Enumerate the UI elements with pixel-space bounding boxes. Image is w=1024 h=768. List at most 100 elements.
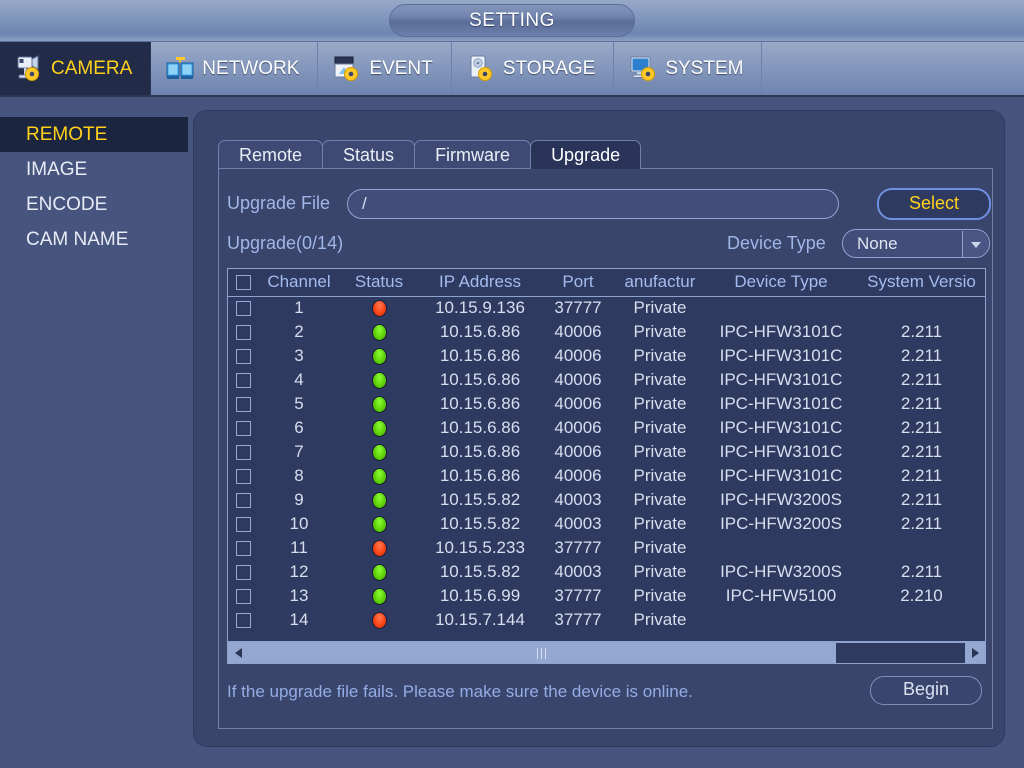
- cell-system-version: 2.211: [856, 392, 985, 416]
- header-system-version[interactable]: System Versio: [856, 269, 985, 297]
- cell-port: 40006: [542, 416, 614, 440]
- nav-tab-system[interactable]: SYSTEM: [614, 42, 763, 95]
- table-row[interactable]: 9 10.15.5.82 40003 Private IPC-HFW3200S 2.211: [228, 488, 985, 512]
- cell-system-version: 2.211: [856, 344, 985, 368]
- table-row[interactable]: 5 10.15.6.86 40006 Private IPC-HFW3101C 2.211: [228, 392, 985, 416]
- cell-device-type: IPC-HFW3101C: [706, 344, 856, 368]
- row-checkbox-cell[interactable]: [228, 512, 258, 536]
- device-type-select[interactable]: None: [842, 229, 990, 258]
- row-checkbox[interactable]: [235, 373, 251, 389]
- row-checkbox[interactable]: [235, 589, 251, 605]
- table-row[interactable]: 10 10.15.5.82 40003 Private IPC-HFW3200S 2.21…: [228, 512, 985, 536]
- select-button[interactable]: Select: [877, 188, 991, 220]
- cell-channel: 7: [258, 440, 340, 464]
- row-checkbox-cell[interactable]: [228, 584, 258, 608]
- header-status[interactable]: Status: [340, 269, 418, 297]
- nav-tab-network[interactable]: NETWORK: [151, 42, 319, 95]
- tab-status[interactable]: Status: [322, 140, 416, 169]
- device-type-label: Device Type: [727, 233, 826, 253]
- sidebar-item-cam-name[interactable]: CAM NAME: [0, 222, 188, 257]
- row-checkbox[interactable]: [235, 301, 251, 317]
- cell-ip-address: 10.15.6.86: [418, 464, 542, 488]
- table-row[interactable]: 12 10.15.5.82 40003 Private IPC-HFW3200S 2.21…: [228, 560, 985, 584]
- row-checkbox-cell[interactable]: [228, 560, 258, 584]
- upgrade-file-input[interactable]: /: [347, 189, 839, 219]
- table-row[interactable]: 13 10.15.6.99 37777 Private IPC-HFW5100 2.210: [228, 584, 985, 608]
- nav-filler: [762, 42, 1024, 95]
- main-nav: CAMERA NETWORK EVENT STORAGE SYSTEM: [0, 42, 1024, 97]
- scroll-left-arrow-icon[interactable]: [228, 643, 248, 663]
- header-manufacturer[interactable]: anufactur: [614, 269, 706, 297]
- row-checkbox-cell[interactable]: [228, 392, 258, 416]
- header-ip-address[interactable]: IP Address: [418, 269, 542, 297]
- row-checkbox-cell[interactable]: [228, 296, 258, 320]
- table-row[interactable]: 1 10.15.9.136 37777 Private: [228, 296, 985, 320]
- nav-tab-camera[interactable]: CAMERA: [0, 42, 152, 95]
- table-row[interactable]: 11 10.15.5.233 37777 Private: [228, 536, 985, 560]
- row-checkbox-cell[interactable]: [228, 320, 258, 344]
- row-checkbox-cell[interactable]: [228, 488, 258, 512]
- begin-button[interactable]: Begin: [870, 676, 982, 705]
- table-row[interactable]: 4 10.15.6.86 40006 Private IPC-HFW3101C 2.211: [228, 368, 985, 392]
- nav-tab-storage[interactable]: STORAGE: [452, 42, 615, 95]
- row-checkbox-cell[interactable]: [228, 464, 258, 488]
- row-checkbox[interactable]: [235, 421, 251, 437]
- cell-system-version: 2.211: [856, 320, 985, 344]
- row-checkbox[interactable]: [235, 469, 251, 485]
- scroll-right-arrow-icon[interactable]: [965, 643, 985, 663]
- select-all-checkbox[interactable]: [235, 275, 251, 291]
- table-row[interactable]: 3 10.15.6.86 40006 Private IPC-HFW3101C 2.211: [228, 344, 985, 368]
- sidebar-item-remote[interactable]: REMOTE: [0, 117, 188, 152]
- row-checkbox[interactable]: [235, 397, 251, 413]
- cell-device-type: IPC-HFW3101C: [706, 320, 856, 344]
- sidebar-item-image[interactable]: IMAGE: [0, 152, 188, 187]
- table-row[interactable]: 7 10.15.6.86 40006 Private IPC-HFW3101C 2.211: [228, 440, 985, 464]
- cell-manufacturer: Private: [614, 440, 706, 464]
- table-header-row: Channel Status IP Address Port anufactur…: [228, 269, 985, 297]
- device-table[interactable]: Channel Status IP Address Port anufactur…: [227, 268, 986, 642]
- row-checkbox-cell[interactable]: [228, 416, 258, 440]
- header-port[interactable]: Port: [542, 269, 614, 297]
- tab-remote[interactable]: Remote: [218, 140, 324, 169]
- row-checkbox-cell[interactable]: [228, 440, 258, 464]
- cell-status: [340, 392, 418, 416]
- cell-device-type: IPC-HFW3200S: [706, 560, 856, 584]
- tab-firmware[interactable]: Firmware: [414, 140, 532, 169]
- nav-tab-event[interactable]: EVENT: [318, 42, 452, 95]
- row-checkbox[interactable]: [235, 445, 251, 461]
- header-device-type[interactable]: Device Type: [706, 269, 856, 297]
- cell-manufacturer: Private: [614, 416, 706, 440]
- nav-tab-label: STORAGE: [502, 57, 596, 79]
- scrollbar-track[interactable]: [248, 643, 965, 663]
- row-checkbox[interactable]: [235, 517, 251, 533]
- cell-manufacturer: Private: [614, 512, 706, 536]
- header-channel[interactable]: Channel: [258, 269, 340, 297]
- scrollbar-thumb[interactable]: [248, 643, 836, 663]
- cell-channel: 4: [258, 368, 340, 392]
- row-checkbox[interactable]: [235, 325, 251, 341]
- table-row[interactable]: 2 10.15.6.86 40006 Private IPC-HFW3101C 2.211: [228, 320, 985, 344]
- tab-upgrade[interactable]: Upgrade: [530, 140, 642, 169]
- table-row[interactable]: 14 10.15.7.144 37777 Private: [228, 608, 985, 632]
- chevron-down-icon[interactable]: [962, 231, 988, 257]
- row-checkbox-cell[interactable]: [228, 536, 258, 560]
- row-checkbox[interactable]: [235, 565, 251, 581]
- system-gear-icon: [628, 53, 658, 85]
- header-select-all[interactable]: [228, 269, 258, 297]
- horizontal-scrollbar[interactable]: [227, 642, 986, 664]
- status-offline-icon: [371, 540, 387, 558]
- cell-channel: 8: [258, 464, 340, 488]
- cell-channel: 1: [258, 296, 340, 320]
- cell-system-version: 2.210: [856, 584, 985, 608]
- table-row[interactable]: 6 10.15.6.86 40006 Private IPC-HFW3101C 2.211: [228, 416, 985, 440]
- row-checkbox-cell[interactable]: [228, 608, 258, 632]
- sidebar-item-encode[interactable]: ENCODE: [0, 187, 188, 222]
- row-checkbox[interactable]: [235, 349, 251, 365]
- row-checkbox-cell[interactable]: [228, 368, 258, 392]
- row-checkbox-cell[interactable]: [228, 344, 258, 368]
- table-row[interactable]: 8 10.15.6.86 40006 Private IPC-HFW3101C 2.211: [228, 464, 985, 488]
- camera-gear-icon: [14, 53, 44, 85]
- row-checkbox[interactable]: [235, 613, 251, 629]
- row-checkbox[interactable]: [235, 493, 251, 509]
- row-checkbox[interactable]: [235, 541, 251, 557]
